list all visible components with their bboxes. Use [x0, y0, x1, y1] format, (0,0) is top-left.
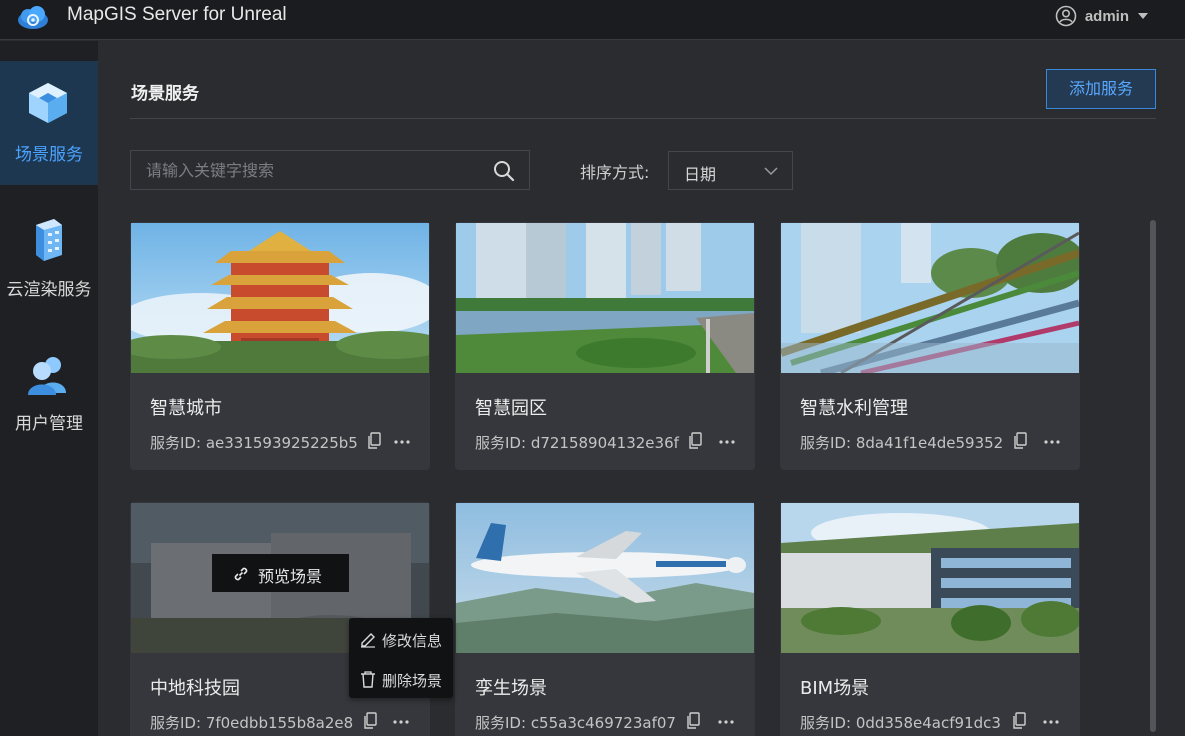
- sidebar-item-scene-service[interactable]: 场景服务: [0, 61, 98, 185]
- sidebar-item-user-management[interactable]: 用户管理: [0, 333, 98, 457]
- scrollbar[interactable]: [1150, 220, 1156, 732]
- scene-thumbnail[interactable]: [456, 503, 754, 653]
- scene-id-label: 服务ID:: [800, 434, 852, 452]
- user-circle-icon: [1055, 5, 1077, 27]
- search-icon[interactable]: [493, 160, 515, 182]
- copy-icon[interactable]: [1013, 432, 1027, 450]
- scene-id: 服务ID: d72158904132e36f: [475, 432, 679, 453]
- scene-id-label: 服务ID:: [150, 434, 202, 452]
- server-icon: [36, 219, 62, 261]
- scene-card[interactable]: 孪生场景 服务ID: c55a3c469723af07: [455, 502, 755, 736]
- more-icon[interactable]: [391, 712, 411, 730]
- scene-title: BIM场景: [800, 678, 870, 699]
- scene-id-label: 服务ID:: [475, 714, 527, 732]
- more-icon[interactable]: [392, 432, 412, 450]
- scene-id-value: c55a3c469723af07: [530, 714, 676, 732]
- sort-value: 日期: [684, 165, 717, 184]
- sidebar: 场景服务 云渲染服务 用户管理: [0, 41, 98, 736]
- more-icon[interactable]: [717, 432, 737, 450]
- delete-scene-menu-item[interactable]: 删除场景: [349, 660, 453, 698]
- search-input[interactable]: [131, 151, 483, 189]
- scene-id: 服务ID: 7f0edbb155b8a2e8: [150, 712, 353, 733]
- card-context-menu: 修改信息 删除场景: [349, 618, 453, 698]
- sort-label: 排序方式:: [580, 163, 650, 182]
- sidebar-item-label: 场景服务: [15, 145, 83, 165]
- preview-label: 预览场景: [258, 567, 323, 586]
- more-icon[interactable]: [1041, 712, 1061, 730]
- copy-icon[interactable]: [688, 432, 702, 450]
- search-box: [130, 150, 530, 190]
- caret-down-icon: [1138, 13, 1148, 19]
- scene-id: 服务ID: ae331593925225b5: [150, 432, 358, 453]
- edit-info-menu-item[interactable]: 修改信息: [349, 620, 453, 658]
- scene-card[interactable]: 智慧城市 服务ID: ae331593925225b5: [130, 222, 430, 470]
- users-icon: [28, 357, 66, 395]
- edit-icon: [361, 633, 375, 648]
- scene-thumbnail[interactable]: [781, 503, 1079, 653]
- scene-title: 智慧园区: [475, 398, 547, 419]
- copy-icon[interactable]: [367, 432, 381, 450]
- sidebar-item-label: 用户管理: [15, 414, 83, 434]
- more-icon[interactable]: [1042, 432, 1062, 450]
- scene-id-value: ae331593925225b5: [205, 434, 358, 452]
- sort-select[interactable]: 日期: [668, 151, 793, 190]
- scene-title: 孪生场景: [475, 678, 547, 699]
- scene-card[interactable]: 智慧水利管理 服务ID: 8da41f1e4de59352: [780, 222, 1080, 470]
- scene-id-value: 8da41f1e4de59352: [855, 434, 1004, 452]
- scene-title: 智慧城市: [150, 398, 222, 419]
- scene-thumbnail[interactable]: [456, 223, 754, 373]
- sidebar-item-label: 云渲染服务: [6, 280, 92, 300]
- delete-scene-label: 删除场景: [382, 672, 443, 690]
- scene-id: 服务ID: 8da41f1e4de59352: [800, 432, 1003, 453]
- user-menu[interactable]: admin: [1055, 5, 1149, 27]
- edit-info-label: 修改信息: [382, 632, 443, 650]
- scene-thumbnail[interactable]: [131, 223, 429, 373]
- scene-card[interactable]: BIM场景 服务ID: 0dd358e4acf91dc3: [780, 502, 1080, 736]
- chevron-down-icon: [764, 167, 778, 176]
- add-service-button[interactable]: 添加服务: [1046, 69, 1156, 109]
- page-title: 场景服务: [131, 84, 199, 104]
- top-bar: MapGIS Server for Unreal admin: [0, 0, 1185, 40]
- scene-card[interactable]: 智慧园区 服务ID: d72158904132e36f: [455, 222, 755, 470]
- more-icon[interactable]: [716, 712, 736, 730]
- scene-title: 智慧水利管理: [800, 398, 908, 419]
- scene-id: 服务ID: 0dd358e4acf91dc3: [800, 712, 1001, 733]
- copy-icon[interactable]: [1012, 712, 1026, 730]
- sidebar-item-cloud-render[interactable]: 云渲染服务: [0, 197, 98, 321]
- app-title: MapGIS Server for Unreal: [67, 4, 287, 25]
- cloud-logo-icon: [18, 6, 48, 29]
- scene-id-label: 服务ID:: [150, 714, 202, 732]
- scene-id-label: 服务ID:: [800, 714, 852, 732]
- copy-icon[interactable]: [686, 712, 700, 730]
- scene-id: 服务ID: c55a3c469723af07: [475, 712, 676, 733]
- copy-icon[interactable]: [363, 712, 377, 730]
- trash-icon: [361, 671, 375, 688]
- scene-id-value: d72158904132e36f: [530, 434, 679, 452]
- scene-id-value: 0dd358e4acf91dc3: [855, 714, 1001, 732]
- link-icon: [234, 567, 248, 581]
- username: admin: [1084, 7, 1129, 25]
- scene-id-label: 服务ID:: [475, 434, 527, 452]
- scene-thumbnail[interactable]: [781, 223, 1079, 373]
- preview-scene-button[interactable]: 预览场景: [212, 554, 349, 592]
- divider: [130, 118, 1156, 119]
- cube-icon: [29, 83, 67, 123]
- scene-id-value: 7f0edbb155b8a2e8: [205, 714, 354, 732]
- scene-title: 中地科技园: [150, 678, 240, 699]
